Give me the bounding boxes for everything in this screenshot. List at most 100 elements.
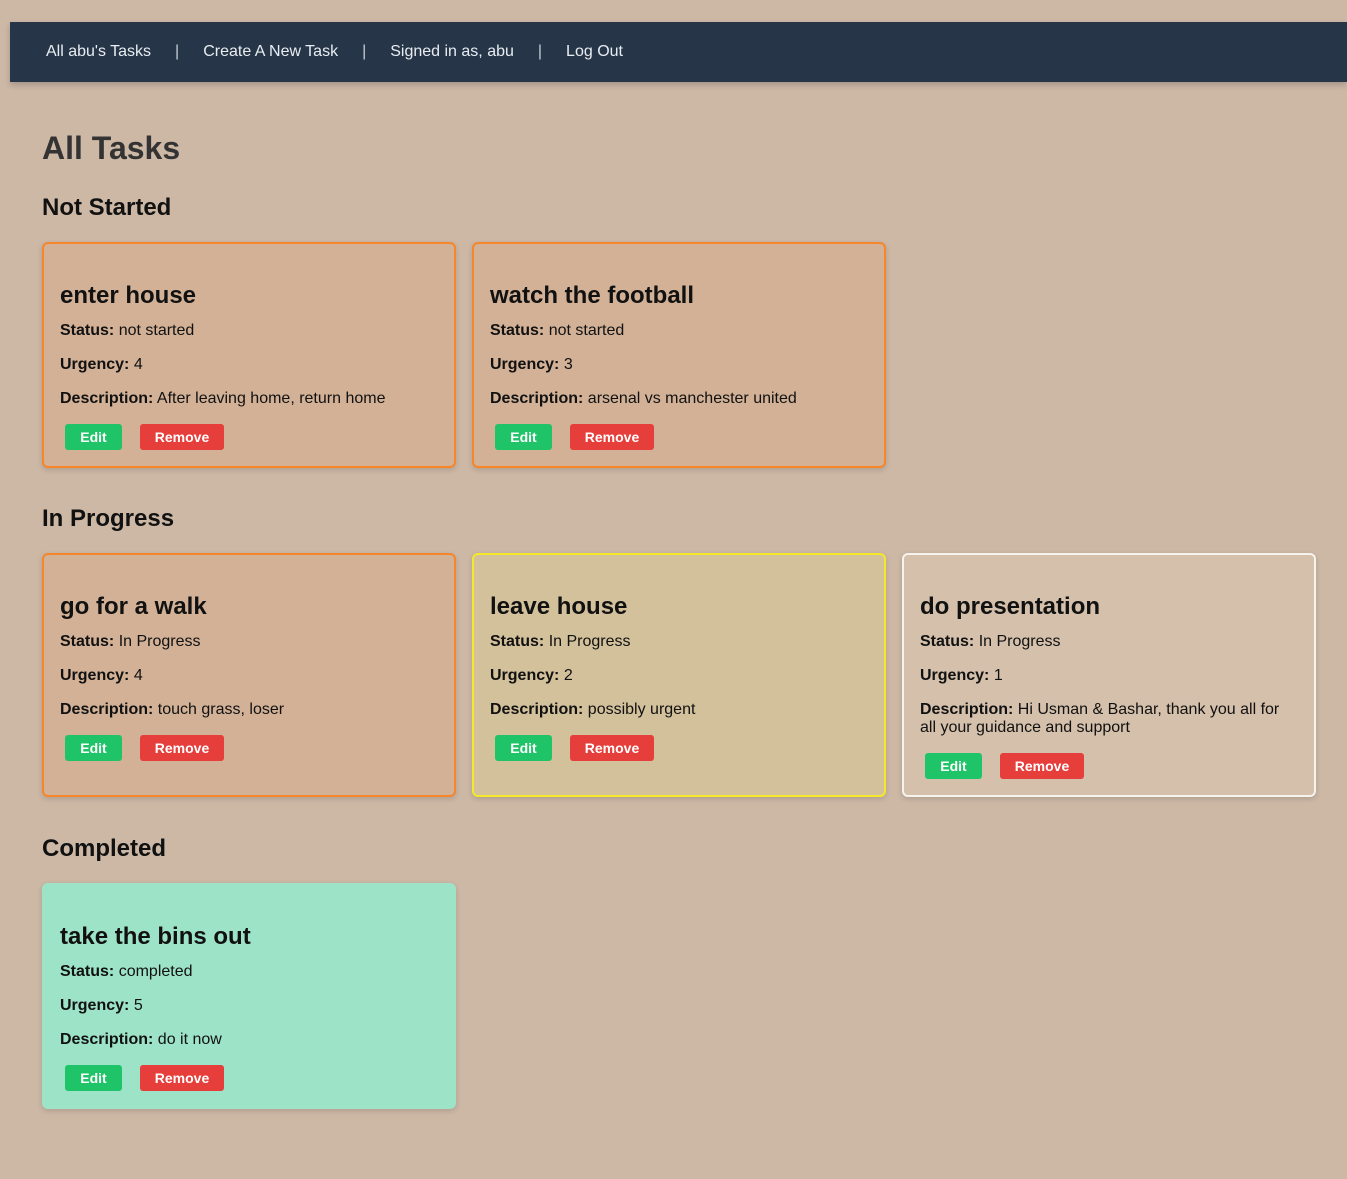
description-value: arsenal vs manchester united <box>587 390 797 407</box>
description-value: possibly urgent <box>587 701 696 718</box>
section-completed: Completed take the bins out Status: comp… <box>42 835 456 1109</box>
section-title: Completed <box>42 835 167 862</box>
description-label: Description: <box>920 701 1014 718</box>
task-description: Description: touch grass, loser <box>60 701 438 719</box>
status-label: Status: <box>60 322 115 339</box>
urgency-label: Urgency: <box>60 997 130 1014</box>
task-status: Status: In Progress <box>60 633 438 651</box>
task-card: enter house Status: not started Urgency:… <box>42 242 456 468</box>
task-list: enter house Status: not started Urgency:… <box>42 242 886 468</box>
task-title: do presentation <box>920 593 1101 620</box>
task-card: take the bins out Status: completed Urge… <box>42 883 456 1109</box>
section-not-started: Not Started enter house Status: not star… <box>42 194 886 468</box>
task-urgency: Urgency: 5 <box>60 997 438 1015</box>
nav-separator: | <box>537 43 543 60</box>
remove-button[interactable]: Remove <box>1000 753 1084 779</box>
urgency-label: Urgency: <box>60 667 130 684</box>
task-status: Status: In Progress <box>490 633 868 651</box>
task-urgency: Urgency: 3 <box>490 356 868 374</box>
status-value: In Progress <box>548 633 631 650</box>
task-urgency: Urgency: 4 <box>60 667 438 685</box>
task-actions: Edit Remove <box>60 735 438 761</box>
urgency-label: Urgency: <box>60 356 130 373</box>
nav-logout-link[interactable]: Log Out <box>566 43 623 61</box>
task-description: Description: After leaving home, return … <box>60 390 438 408</box>
remove-button[interactable]: Remove <box>570 735 654 761</box>
remove-button[interactable]: Remove <box>140 424 224 450</box>
edit-button[interactable]: Edit <box>495 424 552 450</box>
urgency-value: 3 <box>563 356 573 373</box>
urgency-value: 5 <box>133 997 143 1014</box>
status-value: not started <box>548 322 625 339</box>
task-description: Description: Hi Usman & Bashar, thank yo… <box>920 701 1298 737</box>
section-in-progress: In Progress go for a walk Status: In Pro… <box>42 505 1316 797</box>
nav-create-task-link[interactable]: Create A New Task <box>203 43 338 61</box>
task-actions: Edit Remove <box>60 1065 438 1091</box>
task-card: go for a walk Status: In Progress Urgenc… <box>42 553 456 797</box>
task-status: Status: completed <box>60 963 438 981</box>
task-status: Status: not started <box>60 322 438 340</box>
task-card: watch the football Status: not started U… <box>472 242 886 468</box>
description-value: After leaving home, return home <box>156 390 386 407</box>
urgency-label: Urgency: <box>490 356 560 373</box>
nav-separator: | <box>175 43 180 60</box>
edit-button[interactable]: Edit <box>495 735 552 761</box>
nav-separator: | <box>362 43 367 60</box>
status-value: completed <box>118 963 193 980</box>
status-label: Status: <box>920 633 975 650</box>
task-urgency: Urgency: 2 <box>490 667 868 685</box>
nav-all-tasks-link[interactable]: All abu's Tasks <box>46 43 151 61</box>
description-label: Description: <box>490 390 584 407</box>
task-actions: Edit Remove <box>60 424 438 450</box>
urgency-value: 4 <box>133 667 143 684</box>
status-label: Status: <box>490 322 545 339</box>
status-label: Status: <box>60 963 115 980</box>
edit-button[interactable]: Edit <box>65 735 122 761</box>
remove-button[interactable]: Remove <box>140 1065 224 1091</box>
urgency-value: 4 <box>133 356 143 373</box>
section-title: Not Started <box>42 194 172 221</box>
remove-button[interactable]: Remove <box>140 735 224 761</box>
status-value: In Progress <box>978 633 1061 650</box>
task-title: take the bins out <box>60 923 251 950</box>
description-label: Description: <box>60 390 154 407</box>
task-card: leave house Status: In Progress Urgency:… <box>472 553 886 797</box>
status-label: Status: <box>60 633 115 650</box>
top-nav: All abu's Tasks | Create A New Task | Si… <box>10 22 1347 82</box>
task-card: do presentation Status: In Progress Urge… <box>902 553 1316 797</box>
status-value: not started <box>118 322 195 339</box>
task-title: go for a walk <box>60 593 207 620</box>
section-title: In Progress <box>42 505 175 532</box>
task-description: Description: do it now <box>60 1031 438 1049</box>
urgency-label: Urgency: <box>920 667 990 684</box>
task-description: Description: arsenal vs manchester unite… <box>490 390 868 408</box>
edit-button[interactable]: Edit <box>925 753 982 779</box>
nav-signed-in-user[interactable]: Signed in as, abu <box>390 43 514 61</box>
task-list: take the bins out Status: completed Urge… <box>42 883 456 1109</box>
task-title: watch the football <box>490 282 694 309</box>
urgency-value: 2 <box>563 667 573 684</box>
task-status: Status: not started <box>490 322 868 340</box>
task-actions: Edit Remove <box>490 735 868 761</box>
edit-button[interactable]: Edit <box>65 1065 122 1091</box>
description-label: Description: <box>490 701 584 718</box>
edit-button[interactable]: Edit <box>65 424 122 450</box>
task-urgency: Urgency: 1 <box>920 667 1298 685</box>
task-urgency: Urgency: 4 <box>60 356 438 374</box>
task-actions: Edit Remove <box>920 753 1298 779</box>
urgency-value: 1 <box>993 667 1003 684</box>
task-list: go for a walk Status: In Progress Urgenc… <box>42 553 1316 797</box>
task-title: enter house <box>60 282 197 309</box>
urgency-label: Urgency: <box>490 667 560 684</box>
remove-button[interactable]: Remove <box>570 424 654 450</box>
description-value: touch grass, loser <box>157 701 285 718</box>
task-description: Description: possibly urgent <box>490 701 868 719</box>
task-actions: Edit Remove <box>490 424 868 450</box>
status-label: Status: <box>490 633 545 650</box>
description-label: Description: <box>60 1031 154 1048</box>
task-status: Status: In Progress <box>920 633 1298 651</box>
task-title: leave house <box>490 593 628 620</box>
main-content: All Tasks Not Started enter house Status… <box>42 130 1316 1109</box>
description-label: Description: <box>60 701 154 718</box>
status-value: In Progress <box>118 633 201 650</box>
